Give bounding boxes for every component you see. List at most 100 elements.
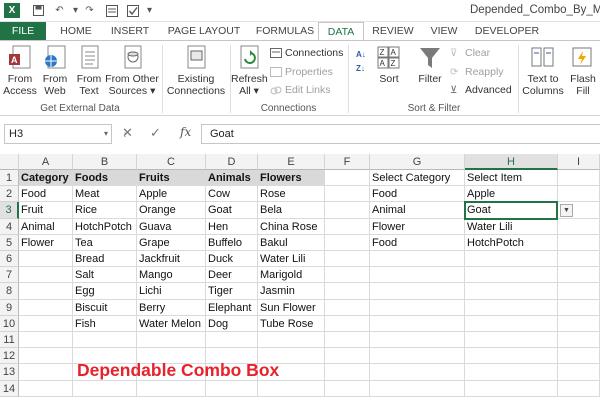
cell-c9[interactable]: Berry (137, 299, 206, 316)
row-header-6[interactable]: 6 (0, 251, 19, 268)
cell-b3[interactable]: Rice (73, 202, 137, 219)
formula-input[interactable]: Goat (201, 124, 600, 144)
cell-i14[interactable] (558, 380, 600, 397)
cell-c7[interactable]: Mango (137, 267, 206, 284)
cell-h11[interactable] (465, 332, 558, 349)
cell-h9[interactable] (465, 299, 558, 316)
enter-check-icon[interactable]: ✓ (150, 125, 161, 141)
cell-g13[interactable] (370, 364, 465, 381)
cell-f14[interactable] (325, 380, 370, 397)
row-header-13[interactable]: 13 (0, 364, 19, 381)
cell-i7[interactable] (558, 267, 600, 284)
cell-c6[interactable]: Jackfruit (137, 251, 206, 268)
sort-button[interactable]: ZAAZ Sort (375, 45, 403, 85)
cell-g14[interactable] (370, 380, 465, 397)
column-header-b[interactable]: B (73, 154, 137, 170)
cell-d4[interactable]: Hen (206, 218, 258, 235)
cell-i8[interactable] (558, 283, 600, 300)
cell-c2[interactable]: Apple (137, 186, 206, 203)
cell-a7[interactable] (19, 267, 73, 284)
column-header-a[interactable]: A (19, 154, 73, 170)
text-to-columns-button[interactable]: Text to Columns (521, 45, 565, 97)
cell-b8[interactable]: Egg (73, 283, 137, 300)
cell-g10[interactable] (370, 315, 465, 332)
cell-h4[interactable]: Water Lili (465, 218, 558, 235)
cell-a14[interactable] (19, 380, 73, 397)
cell-a9[interactable] (19, 299, 73, 316)
tab-review[interactable]: REVIEW (368, 22, 418, 41)
column-header-c[interactable]: C (137, 154, 206, 170)
cell-h12[interactable] (465, 348, 558, 365)
cell-d3[interactable]: Goat (206, 202, 258, 219)
cell-e7[interactable]: Marigold (258, 267, 325, 284)
cell-h1[interactable]: Select Item (465, 170, 558, 187)
cell-h13[interactable] (465, 364, 558, 381)
cell-h5[interactable]: HotchPotch (465, 234, 558, 251)
tab-file[interactable]: FILE (0, 22, 46, 41)
cell-h10[interactable] (465, 315, 558, 332)
row-header-3[interactable]: 3 (0, 202, 19, 219)
cell-h3[interactable]: Goat (465, 202, 558, 219)
cell-f12[interactable] (325, 348, 370, 365)
cell-g9[interactable] (370, 299, 465, 316)
cell-g1[interactable]: Select Category (370, 170, 465, 187)
from-text-button[interactable]: From Text (73, 45, 105, 97)
cell-g2[interactable]: Food (370, 186, 465, 203)
column-header-g[interactable]: G (370, 154, 465, 170)
tab-page-layout[interactable]: PAGE LAYOUT (162, 22, 246, 41)
cell-b10[interactable]: Fish (73, 315, 137, 332)
cell-a11[interactable] (19, 332, 73, 349)
cell-i1[interactable] (558, 170, 600, 187)
cell-b5[interactable]: Tea (73, 234, 137, 251)
form-icon[interactable] (104, 3, 119, 18)
column-header-i[interactable]: I (558, 154, 600, 170)
row-header-1[interactable]: 1 (0, 170, 19, 187)
cell-h2[interactable]: Apple (465, 186, 558, 203)
cell-f3[interactable] (325, 202, 370, 219)
cell-i12[interactable] (558, 348, 600, 365)
from-access-button[interactable]: A From Access (2, 45, 38, 97)
save-icon[interactable] (31, 3, 46, 18)
redo-icon[interactable]: ↷ (82, 3, 97, 18)
tab-developer[interactable]: DEVELOPER (470, 22, 544, 41)
cell-g11[interactable] (370, 332, 465, 349)
cell-c4[interactable]: Guava (137, 218, 206, 235)
name-box[interactable]: H3 ▾ (4, 124, 112, 144)
cell-c14[interactable] (137, 380, 206, 397)
cell-d9[interactable]: Elephant (206, 299, 258, 316)
cell-c11[interactable] (137, 332, 206, 349)
cell-e1[interactable]: Flowers (258, 170, 325, 187)
cell-c5[interactable]: Grape (137, 234, 206, 251)
cell-i13[interactable] (558, 364, 600, 381)
cell-b11[interactable] (73, 332, 137, 349)
cell-a8[interactable] (19, 283, 73, 300)
cell-d14[interactable] (206, 380, 258, 397)
cell-b14[interactable] (73, 380, 137, 397)
cell-g5[interactable]: Food (370, 234, 465, 251)
column-header-d[interactable]: D (206, 154, 258, 170)
select-all-corner[interactable] (0, 154, 19, 170)
cell-e3[interactable]: Bela (258, 202, 325, 219)
cell-b9[interactable]: Biscuit (73, 299, 137, 316)
cell-d8[interactable]: Tiger (206, 283, 258, 300)
cell-d5[interactable]: Buffelo (206, 234, 258, 251)
cell-g8[interactable] (370, 283, 465, 300)
refresh-all-button[interactable]: Refresh All ▾ (231, 45, 268, 97)
cell-g7[interactable] (370, 267, 465, 284)
tab-insert[interactable]: INSERT (104, 22, 156, 41)
cell-f6[interactable] (325, 251, 370, 268)
properties-button[interactable]: Properties (270, 66, 333, 78)
row-header-7[interactable]: 7 (0, 267, 19, 284)
cell-f13[interactable] (325, 364, 370, 381)
cell-f9[interactable] (325, 299, 370, 316)
cell-i5[interactable] (558, 234, 600, 251)
cell-d1[interactable]: Animals (206, 170, 258, 187)
cell-e8[interactable]: Jasmin (258, 283, 325, 300)
cell-h8[interactable] (465, 283, 558, 300)
cell-i4[interactable] (558, 218, 600, 235)
checkbox-icon[interactable] (125, 3, 140, 18)
row-header-10[interactable]: 10 (0, 315, 19, 332)
customize-toolbar-icon[interactable]: ▾ (142, 3, 157, 18)
cell-e4[interactable]: China Rose (258, 218, 325, 235)
cell-f10[interactable] (325, 315, 370, 332)
